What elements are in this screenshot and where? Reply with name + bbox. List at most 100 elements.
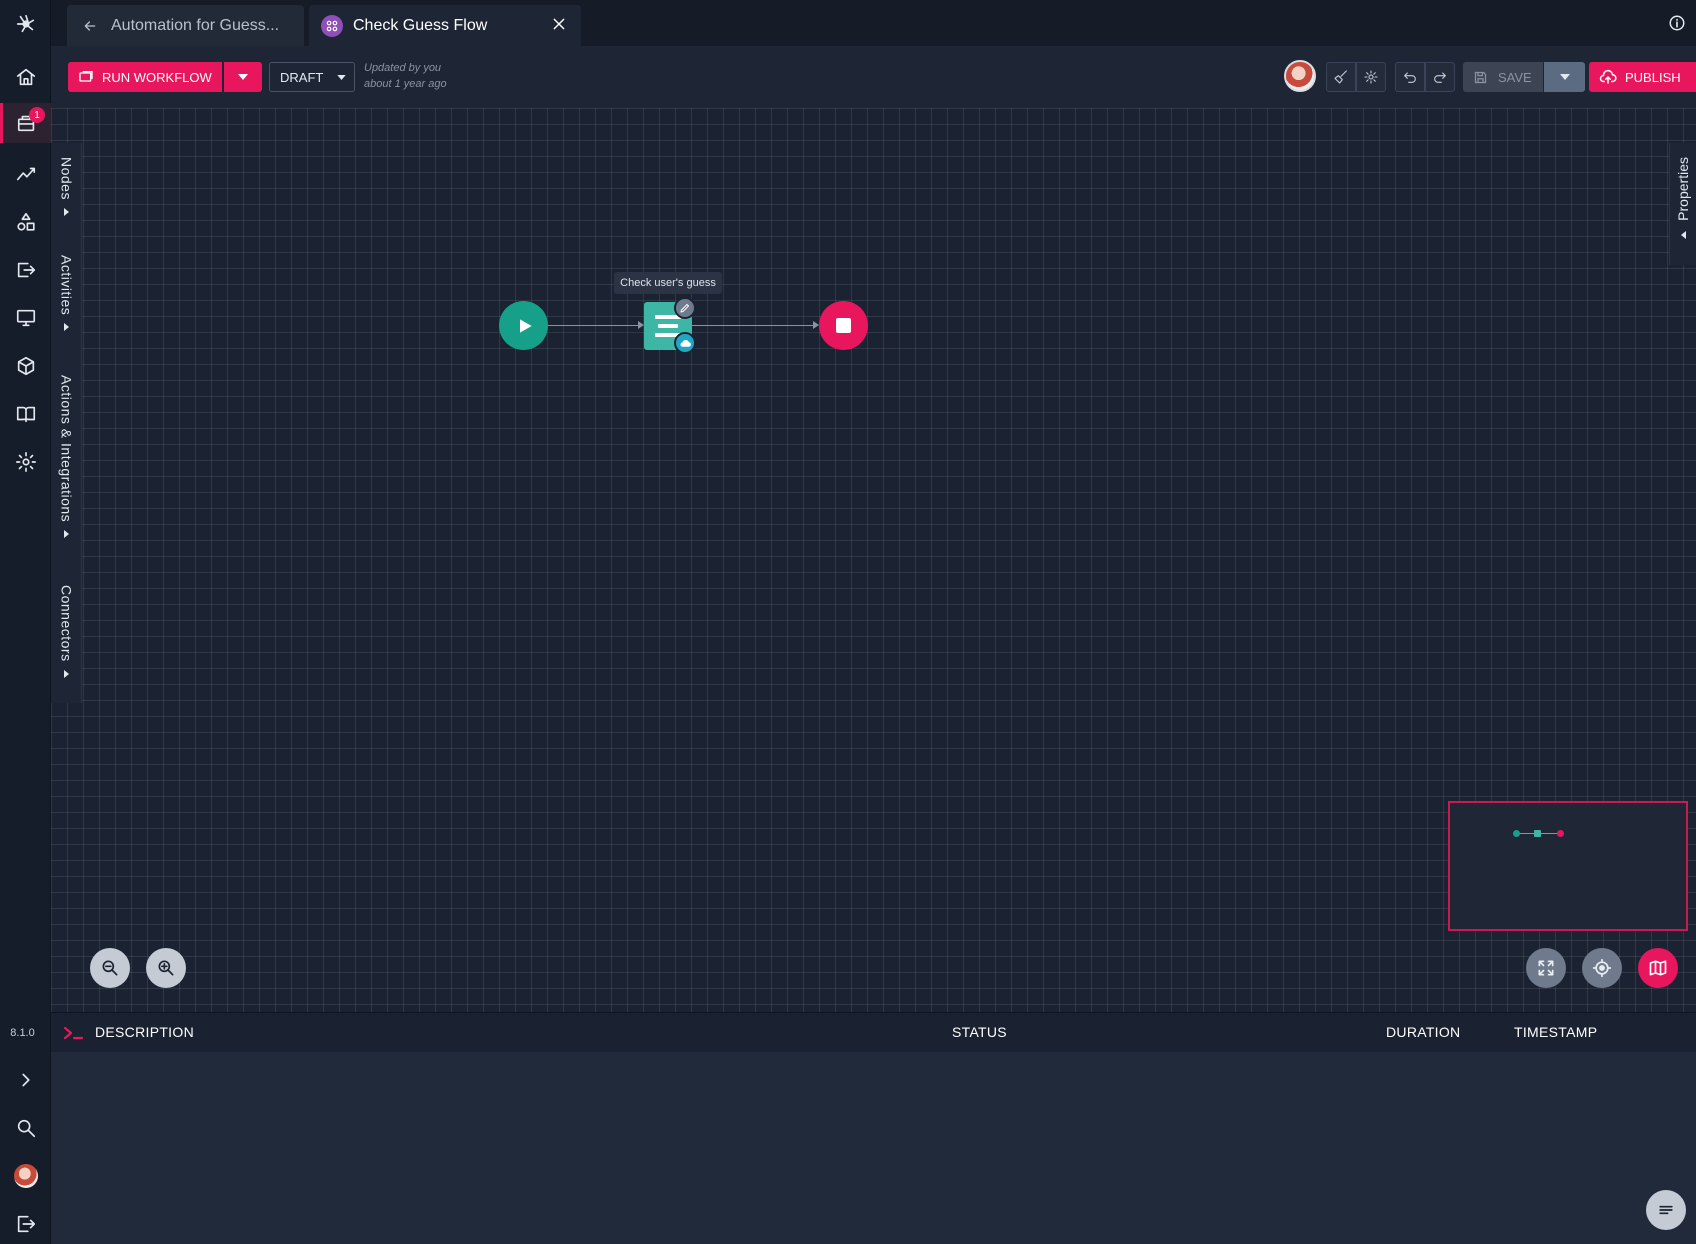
cloud-upload-icon — [1599, 69, 1617, 84]
activities-label: Activities — [58, 255, 75, 316]
avatar[interactable] — [0, 1156, 51, 1196]
logo-icon[interactable] — [0, 4, 51, 44]
broom-icon — [1334, 70, 1347, 84]
user-avatar[interactable] — [1284, 60, 1316, 92]
publish-button[interactable]: PUBLISH — [1589, 62, 1696, 92]
back-arrow-icon[interactable] — [79, 15, 101, 37]
edit-icon[interactable] — [674, 297, 696, 319]
log-header: DESCRIPTION STATUS DURATION TIMESTAMP — [51, 1013, 1696, 1052]
redo-icon — [1434, 72, 1446, 83]
start-node[interactable] — [499, 301, 548, 350]
collapse-arrow-icon — [1680, 230, 1686, 239]
tab-check-guess-flow[interactable]: Check Guess Flow — [309, 5, 581, 46]
caret-down-icon — [337, 74, 347, 80]
stop-icon — [836, 318, 851, 333]
save-icon — [1474, 71, 1487, 83]
updated-when: about 1 year ago — [364, 78, 447, 90]
analytics-icon[interactable] — [0, 154, 51, 194]
save-label: SAVE — [1498, 69, 1532, 85]
expand-arrow-icon — [64, 207, 69, 216]
shapes-icon[interactable] — [0, 202, 51, 242]
draft-label: DRAFT — [280, 69, 324, 85]
crosshair-icon — [1592, 958, 1612, 978]
connectors-panel-toggle[interactable]: Connectors — [51, 585, 82, 678]
updated-info: Updated by you about 1 year ago — [364, 60, 447, 92]
connectors-label: Connectors — [58, 585, 75, 662]
version-label: 8.1.0 — [10, 1027, 35, 1039]
task-icon-bar — [658, 324, 678, 328]
run-workflow-label: RUN WORKFLOW — [102, 69, 212, 85]
palette-rail: Nodes Activities Actions & Integrations … — [51, 143, 82, 703]
save-options-dropdown[interactable] — [1544, 62, 1585, 92]
actions-label: Actions & Integrations — [58, 375, 75, 523]
save-button[interactable]: SAVE — [1463, 62, 1543, 92]
clean-button[interactable] — [1326, 62, 1356, 92]
actions-panel-toggle[interactable]: Actions & Integrations — [51, 375, 82, 539]
monitor-icon[interactable] — [0, 298, 51, 338]
zoom-out-button[interactable] — [90, 948, 130, 988]
properties-panel-toggle[interactable]: Properties — [1669, 143, 1696, 265]
zoom-in-icon — [158, 960, 174, 976]
zoom-out-icon — [102, 960, 118, 976]
caret-down-icon — [1559, 74, 1570, 80]
run-icon — [79, 71, 93, 82]
export-icon[interactable] — [0, 250, 51, 290]
updated-by: Updated by you — [364, 62, 442, 74]
package-icon[interactable] — [0, 346, 51, 386]
activities-panel-toggle[interactable]: Activities — [51, 255, 82, 332]
col-timestamp[interactable]: TIMESTAMP — [1514, 1024, 1597, 1040]
publish-label: PUBLISH — [1625, 69, 1681, 85]
task-tooltip: Check user's guess — [614, 272, 722, 294]
home-icon[interactable] — [0, 57, 51, 97]
gear-icon — [1364, 70, 1378, 84]
nodes-panel-toggle[interactable]: Nodes — [51, 157, 82, 216]
col-description[interactable]: DESCRIPTION — [95, 1024, 194, 1040]
run-workflow-button[interactable]: RUN WORKFLOW — [68, 62, 222, 92]
expand-icon[interactable] — [0, 1060, 51, 1100]
expand-arrow-icon — [64, 530, 69, 539]
col-duration[interactable]: DURATION — [1386, 1024, 1460, 1040]
end-node[interactable] — [819, 301, 868, 350]
workflow-icon — [321, 14, 343, 37]
properties-label: Properties — [1675, 157, 1691, 221]
logout-icon[interactable] — [0, 1204, 51, 1244]
fit-view-button[interactable] — [1526, 948, 1566, 988]
chat-icon — [1659, 1205, 1673, 1215]
settings-icon[interactable] — [0, 442, 51, 482]
version-status-dropdown[interactable]: DRAFT — [269, 62, 355, 92]
col-status[interactable]: STATUS — [952, 1024, 1007, 1040]
workflow-settings-button[interactable] — [1356, 62, 1386, 92]
info-icon[interactable] — [1668, 14, 1686, 32]
tab-label: Automation for Guess... — [111, 16, 280, 34]
play-icon — [520, 318, 532, 333]
undo-button[interactable] — [1395, 62, 1425, 92]
workflow-toolbar: RUN WORKFLOW DRAFT Updated by you about … — [51, 46, 1696, 108]
tab-label: Check Guess Flow — [353, 16, 488, 34]
cloud-icon — [674, 332, 696, 354]
zoom-in-button[interactable] — [146, 948, 186, 988]
chat-button[interactable] — [1646, 1190, 1686, 1230]
execution-log-panel: DESCRIPTION STATUS DURATION TIMESTAMP — [51, 1012, 1696, 1244]
minimap[interactable] — [1448, 801, 1688, 931]
toggle-minimap-button[interactable] — [1638, 948, 1678, 988]
fullscreen-icon — [1538, 960, 1554, 976]
close-tab-icon[interactable] — [551, 16, 567, 37]
minimap-task — [1534, 830, 1541, 837]
undo-icon — [1404, 72, 1416, 83]
tab-bar: Automation for Guess... Check Guess Flow — [51, 0, 1696, 46]
expand-arrow-icon — [64, 323, 69, 332]
edge-task-to-end[interactable] — [692, 325, 813, 326]
edge-start-to-task[interactable] — [548, 325, 638, 326]
book-icon[interactable] — [0, 394, 51, 434]
minimap-start — [1513, 830, 1520, 837]
minimap-end — [1557, 830, 1564, 837]
automations-icon[interactable]: 1 — [0, 103, 51, 143]
search-icon[interactable] — [0, 1108, 51, 1148]
run-options-dropdown[interactable] — [224, 62, 262, 92]
center-view-button[interactable] — [1582, 948, 1622, 988]
tab-parent-automation[interactable]: Automation for Guess... — [67, 5, 304, 46]
terminal-prompt-icon — [63, 1026, 83, 1040]
map-icon — [1649, 960, 1667, 976]
redo-button[interactable] — [1425, 62, 1455, 92]
notification-badge: 1 — [29, 107, 45, 123]
